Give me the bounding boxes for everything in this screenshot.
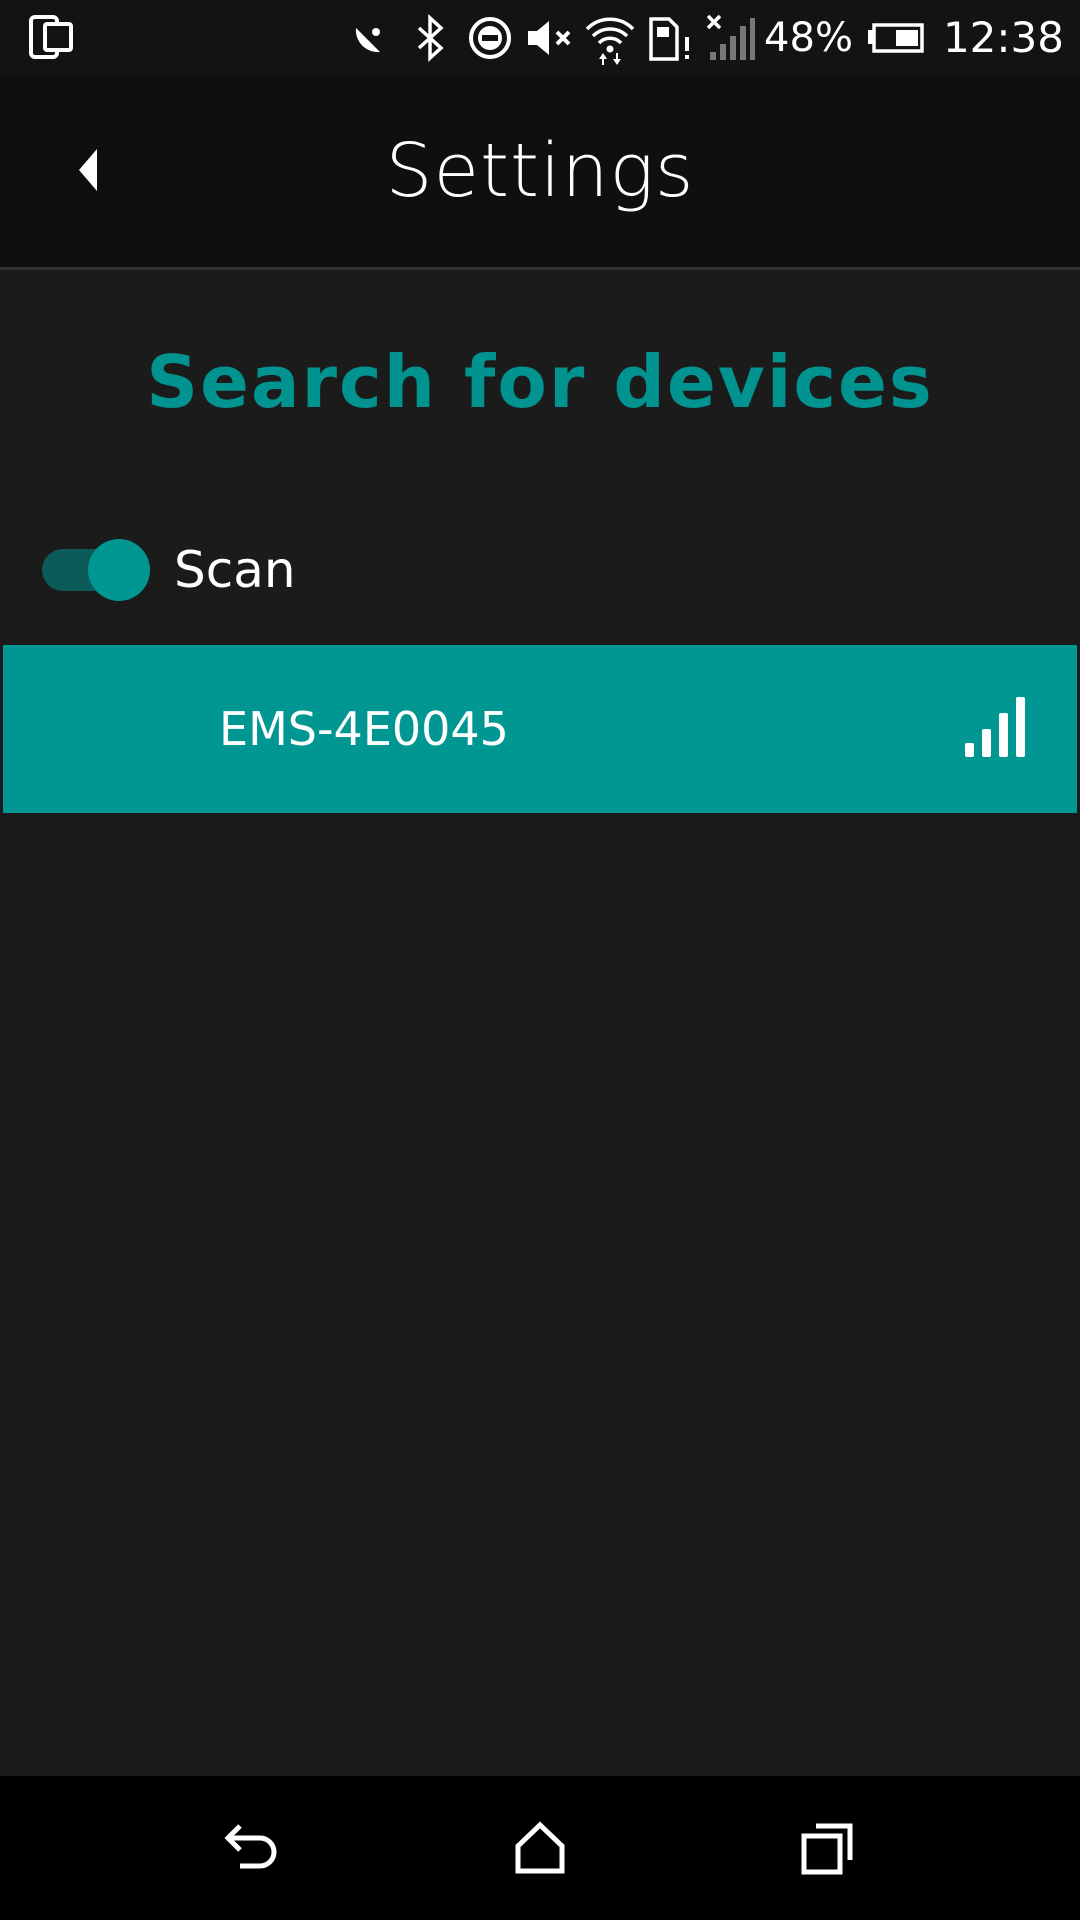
sim-card-alert-icon xyxy=(640,0,700,75)
scan-toggle-row[interactable]: Scan xyxy=(40,530,296,610)
device-name: EMS-4E0045 xyxy=(219,702,509,756)
back-icon xyxy=(224,1824,277,1869)
volume-muted-icon xyxy=(520,0,580,75)
status-bar: 48% 12:38 xyxy=(0,0,1080,75)
scan-label: Scan xyxy=(174,541,296,599)
nav-back-button[interactable] xyxy=(212,1808,292,1888)
back-arrow-icon xyxy=(79,149,97,191)
section-heading: Search for devices xyxy=(146,340,934,424)
back-button[interactable] xyxy=(50,125,130,215)
screen-mirror-icon xyxy=(28,14,74,60)
home-icon xyxy=(515,1821,565,1874)
status-icons: 48% 12:38 xyxy=(340,0,1064,75)
battery-percent: 48% xyxy=(764,14,853,61)
nav-home-button[interactable] xyxy=(500,1808,580,1888)
no-signal-icon xyxy=(700,0,760,75)
signal-strength-icon xyxy=(965,697,1025,757)
satellite-dish-icon xyxy=(340,0,400,75)
bluetooth-icon xyxy=(400,0,460,75)
switch-thumb xyxy=(88,539,150,601)
scan-switch[interactable] xyxy=(40,530,150,610)
device-list-item[interactable]: EMS-4E0045 xyxy=(3,645,1077,813)
page-title: Settings xyxy=(385,128,695,214)
do-not-disturb-icon xyxy=(460,0,520,75)
nav-recents-button[interactable] xyxy=(788,1808,868,1888)
navigation-bar xyxy=(0,1776,1080,1920)
wifi-icon xyxy=(580,0,640,75)
toolbar: Settings xyxy=(0,75,1080,270)
battery-icon xyxy=(865,0,925,75)
recents-icon xyxy=(801,1823,853,1875)
clock: 12:38 xyxy=(942,13,1064,62)
